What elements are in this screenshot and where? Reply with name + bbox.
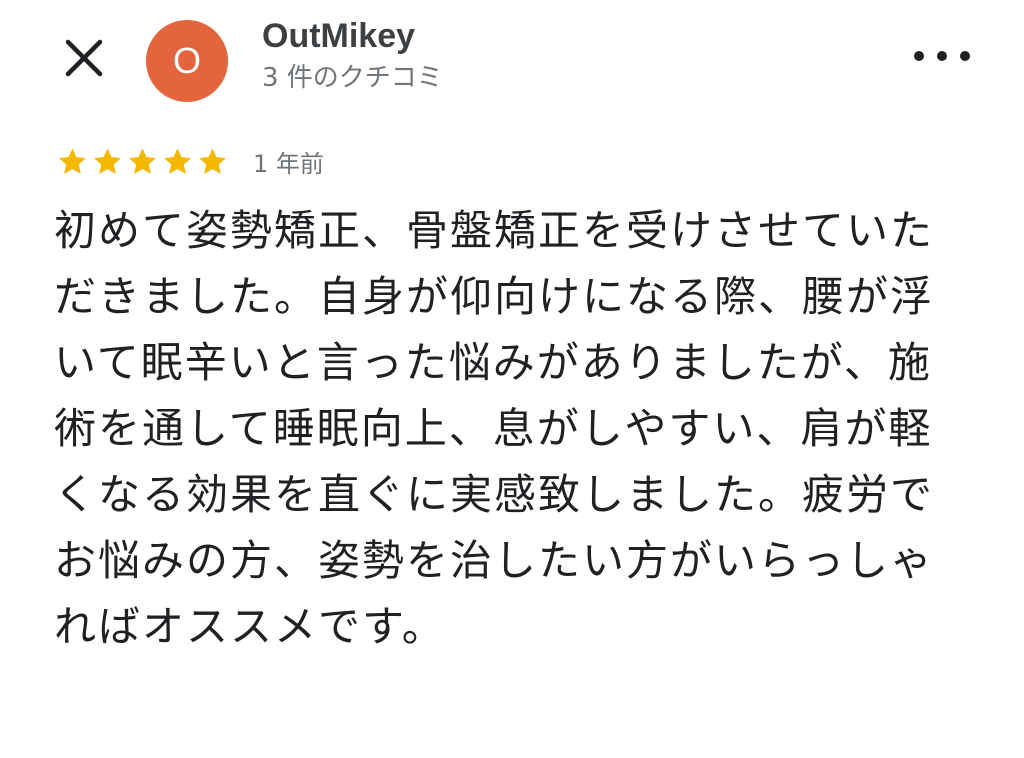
review-text: 初めて姿勢矯正、骨盤矯正を受けさせていただきました。自身が仰向けになる際、腰が浮… <box>54 206 935 651</box>
close-button[interactable] <box>58 32 110 84</box>
star-icon <box>199 147 226 174</box>
review-time: 1 年前 <box>253 149 324 178</box>
star-icon <box>59 147 86 174</box>
review-count: 3 件のクチコミ <box>262 63 443 93</box>
close-icon <box>65 39 103 77</box>
avatar[interactable]: O <box>146 20 228 102</box>
more-options-button[interactable] <box>914 36 970 76</box>
avatar-initial: O <box>172 40 201 81</box>
star-rating <box>56 145 229 178</box>
star-icon <box>129 147 156 174</box>
more-horizontal-icon <box>914 51 924 61</box>
rating-row: 1 年前 <box>56 141 324 181</box>
star-icon <box>164 147 191 174</box>
user-name[interactable]: OutMikey <box>262 14 415 58</box>
star-icon <box>94 147 121 174</box>
